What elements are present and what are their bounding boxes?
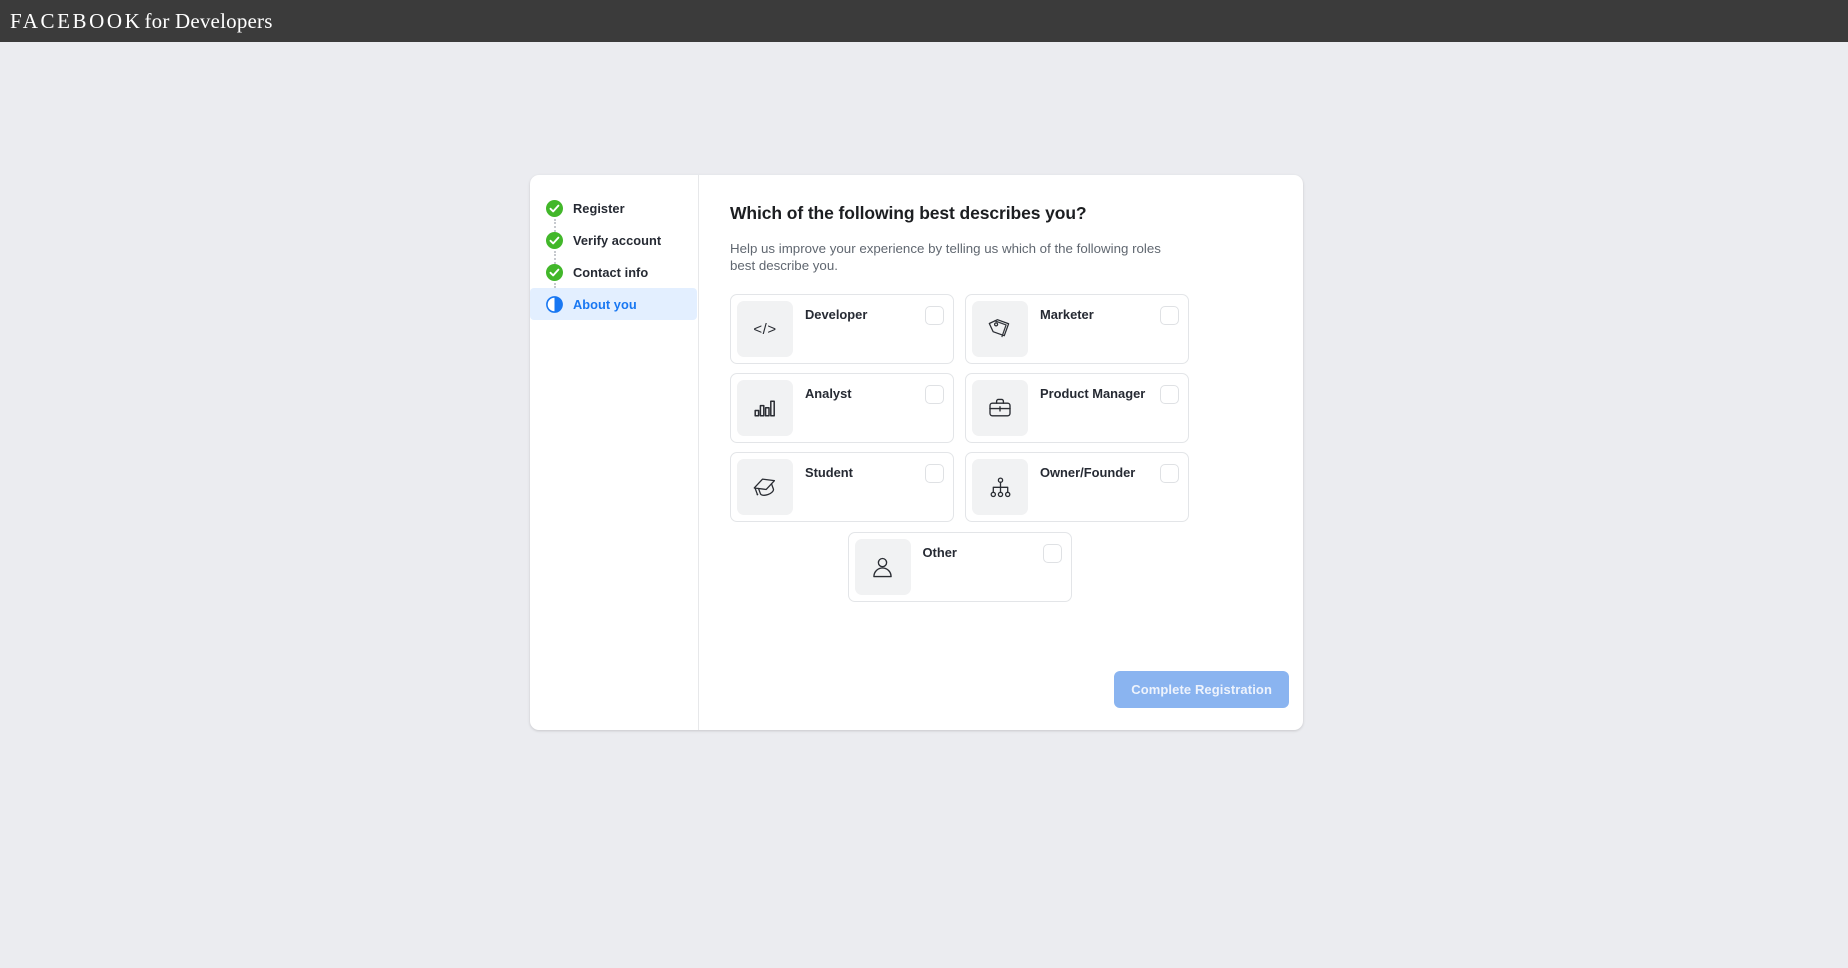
check-circle-icon [546, 231, 563, 249]
graduation-cap-icon [737, 459, 793, 516]
wizard-sidebar: Register Verify account Contact info Abo… [530, 175, 699, 730]
half-circle-icon [546, 295, 563, 313]
sidebar-step-contact-info[interactable]: Contact info [530, 256, 698, 288]
code-icon: </> [737, 301, 793, 358]
role-card-product-manager[interactable]: Product Manager [965, 373, 1189, 444]
step-list: Register Verify account Contact info Abo… [530, 192, 698, 320]
page-subtitle: Help us improve your experience by telli… [730, 241, 1161, 273]
role-checkbox-owner-founder[interactable] [1160, 464, 1179, 484]
facebook-for-developers-logo[interactable]: FACEBOOKfor Developers [0, 8, 273, 33]
role-card-label: Other [922, 545, 957, 561]
role-card-analyst[interactable]: Analyst [730, 373, 954, 444]
sidebar-step-register[interactable]: Register [530, 192, 698, 224]
role-options-grid: </> Developer Marketer Analyst Product M… [730, 294, 1189, 603]
role-card-label: Product Manager [1040, 386, 1146, 402]
sidebar-step-about-you[interactable]: About you [530, 288, 697, 320]
role-card-marketer[interactable]: Marketer [965, 294, 1189, 365]
role-checkbox-student[interactable] [925, 464, 944, 484]
sidebar-step-label: Verify account [573, 232, 662, 248]
brand-facebook-text: FACEBOOK [10, 8, 143, 33]
person-icon [854, 539, 911, 596]
role-checkbox-developer[interactable] [925, 306, 944, 326]
briefcase-icon [972, 380, 1028, 437]
top-bar: FACEBOOKfor Developers [0, 0, 1848, 42]
page-title: Which of the following best describes yo… [730, 203, 1087, 223]
role-checkbox-other[interactable] [1042, 544, 1062, 564]
role-card-label: Analyst [805, 386, 852, 402]
org-chart-icon [972, 459, 1028, 516]
role-checkbox-analyst[interactable] [925, 385, 944, 405]
role-card-other[interactable]: Other [847, 532, 1072, 603]
sidebar-step-label: Register [573, 200, 625, 216]
role-checkbox-product-manager[interactable] [1160, 385, 1179, 405]
wizard-main-pane: Which of the following best describes yo… [699, 175, 1303, 730]
role-card-label: Developer [805, 307, 868, 323]
complete-registration-button[interactable]: Complete Registration [1114, 671, 1289, 708]
bar-chart-icon [737, 380, 793, 437]
brand-for-developers-text: for Developers [144, 8, 273, 33]
tag-icon [972, 301, 1028, 358]
role-card-student[interactable]: Student [730, 452, 954, 523]
sidebar-step-label: Contact info [573, 264, 649, 280]
role-checkbox-marketer[interactable] [1160, 306, 1179, 326]
registration-wizard-card: Register Verify account Contact info Abo… [530, 175, 1303, 730]
role-card-owner-founder[interactable]: Owner/Founder [965, 452, 1189, 523]
check-circle-icon [546, 199, 563, 217]
sidebar-step-label: About you [573, 296, 637, 312]
role-card-label: Student [805, 465, 853, 481]
sidebar-step-verify-account[interactable]: Verify account [530, 224, 698, 256]
wizard-footer: Complete Registration [1114, 671, 1289, 708]
role-card-developer[interactable]: </> Developer [730, 294, 954, 365]
check-circle-icon [546, 263, 563, 281]
role-card-label: Marketer [1040, 307, 1094, 323]
role-card-label: Owner/Founder [1040, 465, 1136, 481]
